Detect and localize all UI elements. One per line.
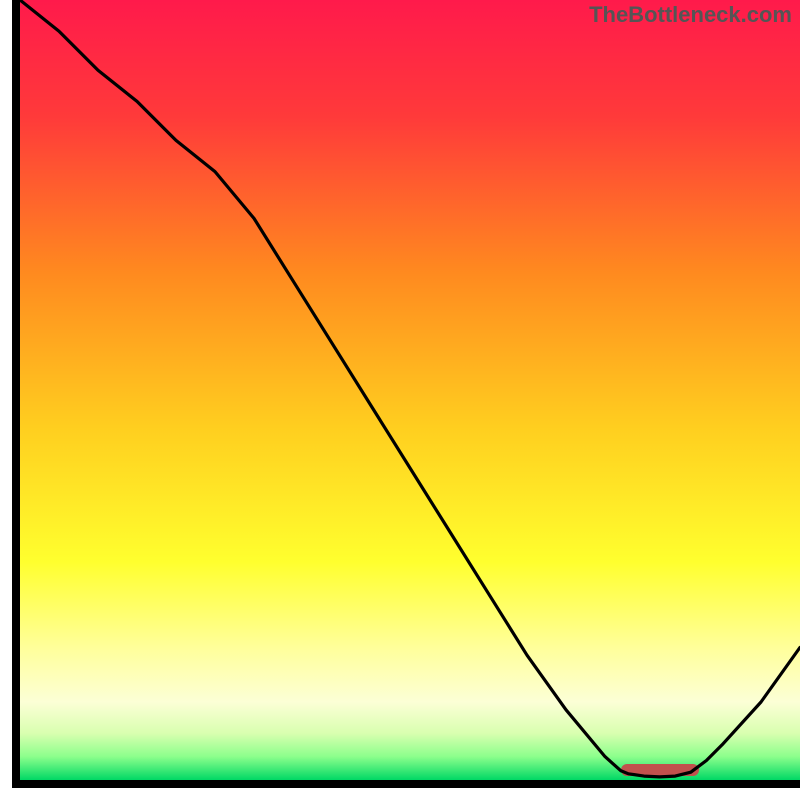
curve-line: [20, 0, 800, 780]
y-axis: [12, 0, 20, 788]
chart-container: TheBottleneck.com: [0, 0, 800, 800]
plot-area: [20, 0, 800, 780]
x-axis: [12, 780, 800, 788]
watermark-text: TheBottleneck.com: [589, 2, 792, 28]
